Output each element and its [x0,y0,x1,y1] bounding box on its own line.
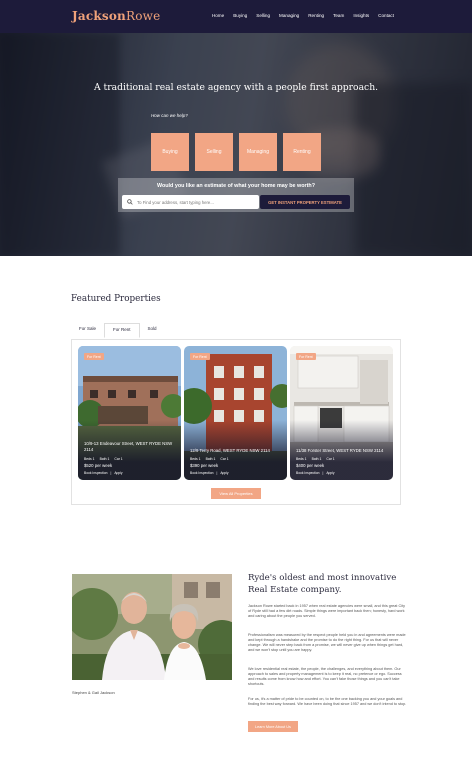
nav-insights[interactable]: Insights [353,13,369,18]
renting-button[interactable]: Renting [283,133,321,171]
book-inspection-link[interactable]: Book Inspection [190,471,213,475]
property-actions: Book Inspection | Apply [190,471,229,475]
estimate-panel: Would you like an estimate of what your … [118,178,354,212]
hero-title: A traditional real estate agency with a … [93,82,379,93]
apply-link[interactable]: Apply [220,471,228,475]
nav-contact[interactable]: Contact [378,13,394,18]
search-icon [127,199,133,205]
property-address: 12/9 Terry Road, WEST RYDE NSW 2114 [190,448,270,453]
car-count: Car 1 [326,457,335,461]
apply-link[interactable]: Apply [114,471,122,475]
featured-title: Featured Properties [71,294,161,304]
logo-bold-text: Jackson [72,9,126,23]
hero-section: A traditional real estate agency with a … [0,33,472,256]
tab-for-rent[interactable]: For Rent [104,323,140,338]
about-title: Ryde's oldest and most innovative Real E… [248,573,397,595]
tab-for-sale[interactable]: For Sale [71,323,104,338]
nav-renting[interactable]: Renting [308,13,324,18]
managing-button[interactable]: Managing [239,133,277,171]
about-paragraph: We love residential real estate, the peo… [248,667,402,687]
property-card[interactable]: For Rent 10/9-13 Endeavour Street, WEST … [78,346,181,480]
book-inspection-link[interactable]: Book Inspection [84,471,107,475]
hero-help-text: How can we help? [151,113,188,118]
about-paragraph: Professionalism was measured by the resp… [248,633,406,653]
property-actions: Book Inspection | Apply [296,471,335,475]
status-badge: For Rent [296,353,316,360]
about-paragraph: For us, it's a matter of pride to be cou… [248,697,407,707]
beds-count: Beds 1 [84,457,95,461]
property-tabs: For Sale For Rent Sold [71,323,165,338]
buying-button[interactable]: Buying [151,133,189,171]
property-card[interactable]: For Rent 12/9 Terry Road, WEST RYDE NSW … [184,346,287,480]
learn-more-button[interactable]: Learn More About Us [248,721,298,732]
property-address: 11/38 Forster Street, WEST RYDE NSW 2114 [296,448,384,453]
photo-caption: Stephen & Gail Jackson [72,690,115,695]
nav-selling[interactable]: Selling [256,13,270,18]
bath-count: Bath 1 [205,457,216,461]
logo-light-text: Rowe [125,9,161,23]
nav-buying[interactable]: Buying [233,13,247,18]
property-features: Beds 1 Bath 1 Car 1 [84,457,123,461]
selling-button[interactable]: Selling [195,133,233,171]
bath-count: Bath 1 [311,457,322,461]
top-navbar: JacksonRowe Home Buying Selling Managing… [0,0,472,33]
bath-count: Bath 1 [99,457,110,461]
nav-managing[interactable]: Managing [279,13,299,18]
founders-photo [72,574,232,680]
hero-background-image [0,33,472,256]
estimate-question: Would you like an estimate of what your … [156,183,316,189]
nav-home[interactable]: Home [212,13,224,18]
nav-team[interactable]: Team [333,13,344,18]
apply-link[interactable]: Apply [326,471,334,475]
property-features: Beds 1 Bath 1 Car 1 [190,457,229,461]
status-badge: For Rent [190,353,210,360]
property-price: $390 per week [190,463,219,468]
main-menu: Home Buying Selling Managing Renting Tea… [212,13,394,18]
property-price: $400 per week [296,463,325,468]
beds-count: Beds 1 [296,457,307,461]
tab-sold[interactable]: Sold [140,323,165,338]
about-paragraph: Jackson Rowe started back in 1957 when r… [248,604,406,619]
property-card[interactable]: For Rent 11/38 Forster Street, WEST RYDE… [290,346,393,480]
car-count: Car 1 [220,457,229,461]
property-actions: Book Inspection | Apply [84,471,123,475]
address-search-input[interactable]: To Find your address, start typing here.… [122,195,259,209]
property-price: $520 per week [84,463,113,468]
brand-logo[interactable]: JacksonRowe [72,9,160,23]
get-estimate-button[interactable]: GET INSTANT PROPERTY ESTIMATE [260,195,350,209]
view-all-properties-button[interactable]: View All Properties [211,488,261,499]
status-badge: For Rent [84,353,104,360]
property-address: 10/9-13 Endeavour Street, WEST RYDE NSW … [84,441,173,452]
book-inspection-link[interactable]: Book Inspection [296,471,319,475]
address-search-placeholder: To Find your address, start typing here.… [137,199,214,205]
property-features: Beds 1 Bath 1 Car 1 [296,457,335,461]
founders-photo-illustration [72,574,232,680]
beds-count: Beds 1 [190,457,201,461]
car-count: Car 1 [114,457,123,461]
